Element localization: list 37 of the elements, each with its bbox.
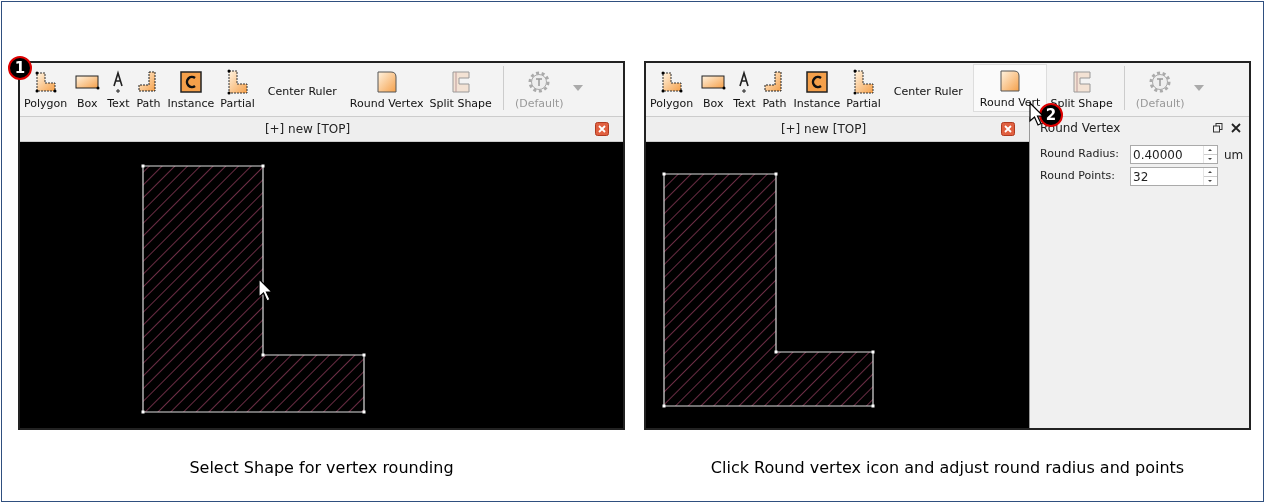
toolbar-button[interactable]: Center Ruler — [883, 64, 973, 112]
spinner-field[interactable]: 32 — [1130, 167, 1218, 186]
close-icon[interactable] — [1001, 122, 1015, 136]
toolbar-button[interactable]: Round Vert — [972, 64, 1048, 112]
spinner-arrows-icon[interactable] — [1203, 168, 1217, 185]
step-number-badge: 1 — [8, 56, 32, 80]
caption: Select Shape for vertex rounding — [189, 457, 454, 479]
round-vertex-icon — [374, 68, 399, 95]
toolbar-button[interactable]: Split Shape — [426, 64, 495, 112]
toolbar-button[interactable]: Round Vertex — [346, 64, 427, 112]
caption: Click Round vertex icon and adjust round radius and points — [710, 457, 1185, 479]
close-icon[interactable] — [595, 122, 609, 136]
toolbar-button[interactable]: Box — [696, 64, 731, 112]
toolbar-button[interactable]: Partial — [217, 64, 258, 112]
restore-icon[interactable] — [1213, 123, 1223, 133]
toolbar-button[interactable]: Partial — [843, 64, 884, 112]
toolbar-button[interactable]: Path — [758, 64, 791, 112]
instance-tool-icon — [178, 69, 203, 94]
field-label: Round Points: — [1040, 168, 1117, 185]
mouse-pointer-icon — [258, 278, 274, 302]
toolbar-button[interactable]: Text — [104, 64, 133, 112]
close-icon[interactable] — [1231, 123, 1241, 133]
round-vertex-icon — [998, 67, 1023, 94]
toolbar-button[interactable]: Instance — [790, 64, 844, 112]
toolbar-button[interactable]: Box — [70, 64, 105, 112]
toolbar-button[interactable]: Polygon — [647, 64, 697, 112]
spinner-arrows-icon[interactable] — [1203, 146, 1217, 163]
toolbar-button[interactable]: Path — [132, 64, 165, 112]
instance-tool-icon — [804, 69, 829, 94]
unit-label: um — [1224, 146, 1244, 164]
tab-title: [+] new [TOP] — [263, 121, 352, 138]
toolbar-button[interactable]: Instance — [164, 64, 218, 112]
field-label: Round Radius: — [1040, 146, 1120, 163]
toolbar-button[interactable]: Text — [730, 64, 759, 112]
tab-title: [+] new [TOP] — [779, 121, 868, 138]
spinner-field[interactable]: 0.40000 — [1130, 145, 1218, 164]
toolbar-button[interactable]: Center Ruler — [257, 64, 347, 112]
